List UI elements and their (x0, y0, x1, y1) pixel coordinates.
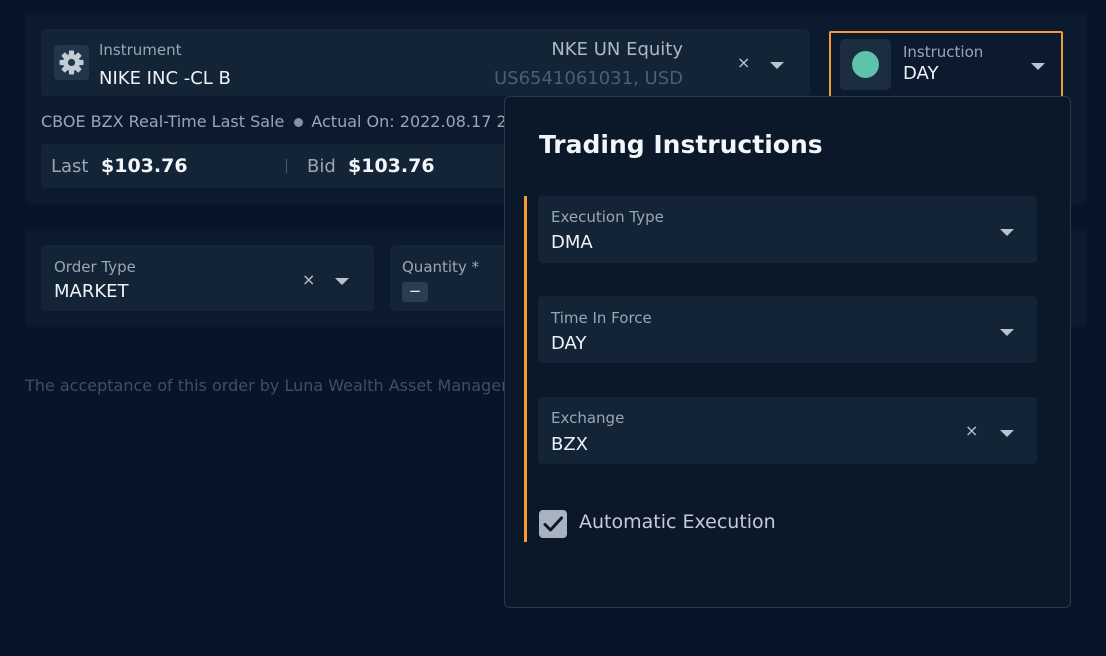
accent-bar (524, 196, 527, 542)
order-type-value: MARKET (54, 281, 129, 302)
chevron-down-icon[interactable] (770, 62, 784, 69)
quote-bar: Last $103.76 Bid $103.76 (41, 144, 511, 188)
execution-type-value: DMA (551, 232, 593, 253)
exchange-value: BZX (551, 434, 589, 455)
check-icon (543, 516, 563, 532)
feed-info: CBOE BZX Real-Time Last Sale Actual On: 2… (41, 112, 512, 131)
instruction-button[interactable]: Instruction DAY (829, 31, 1063, 98)
disclaimer-text: The acceptance of this order by Luna Wea… (25, 376, 517, 395)
order-type-clear-icon[interactable]: × (302, 270, 315, 289)
trading-instructions-popup: Trading Instructions Execution Type DMA … (504, 96, 1071, 608)
quote-divider (286, 159, 287, 173)
instrument-isin: US6541061031, USD (493, 68, 683, 89)
bid-label: Bid (307, 156, 336, 177)
order-type-select[interactable]: Order Type MARKET × (41, 245, 374, 311)
feed-source: CBOE BZX Real-Time Last Sale (41, 112, 285, 131)
chevron-down-icon[interactable] (335, 278, 349, 285)
separator-dot-icon (294, 117, 304, 127)
instrument-label: Instrument (99, 41, 182, 59)
instruction-status (840, 39, 891, 90)
automatic-execution-label[interactable]: Automatic Execution (579, 511, 776, 533)
exchange-clear-icon[interactable]: × (965, 421, 978, 440)
instrument-clear-icon[interactable]: × (737, 53, 750, 72)
execution-type-select[interactable]: Execution Type DMA (538, 196, 1037, 263)
instrument-ticker: NKE UN Equity (551, 39, 683, 60)
chevron-down-icon[interactable] (1000, 229, 1014, 236)
chevron-down-icon[interactable] (1000, 329, 1014, 336)
automatic-execution-checkbox[interactable] (539, 510, 567, 538)
chevron-down-icon[interactable] (1031, 63, 1045, 70)
order-type-label: Order Type (54, 258, 136, 276)
time-in-force-value: DAY (551, 333, 587, 354)
time-in-force-label: Time In Force (551, 309, 652, 327)
popup-title: Trading Instructions (539, 130, 823, 159)
bid-value: $103.76 (348, 155, 435, 177)
instruction-label: Instruction (903, 43, 984, 61)
gear-icon (59, 50, 84, 75)
last-label: Last (51, 156, 89, 177)
instrument-name: NIKE INC -CL B (99, 68, 231, 89)
time-in-force-select[interactable]: Time In Force DAY (538, 296, 1037, 363)
status-dot-icon (852, 51, 879, 78)
exchange-select[interactable]: Exchange BZX × (538, 397, 1037, 464)
execution-type-label: Execution Type (551, 208, 664, 226)
chevron-down-icon[interactable] (1000, 430, 1014, 437)
instruction-value: DAY (903, 63, 939, 84)
instrument-field[interactable]: Instrument NIKE INC -CL B NKE UN Equity … (41, 29, 810, 96)
instrument-settings-button[interactable] (54, 45, 89, 80)
feed-actual-on: Actual On: 2022.08.17 2: (311, 112, 513, 131)
quantity-label: Quantity * (402, 258, 480, 276)
last-value: $103.76 (101, 155, 188, 177)
quantity-decrement-button[interactable]: − (402, 282, 428, 302)
exchange-label: Exchange (551, 409, 625, 427)
